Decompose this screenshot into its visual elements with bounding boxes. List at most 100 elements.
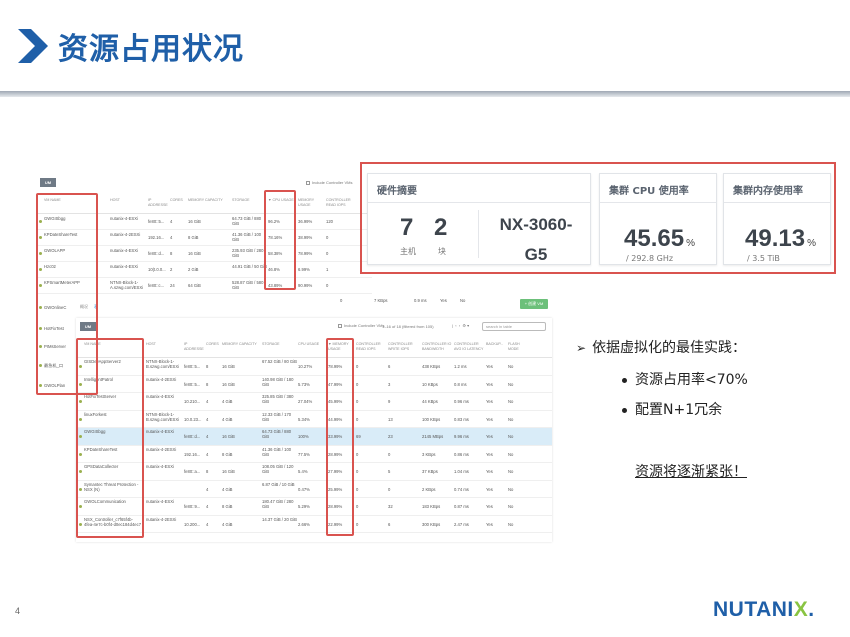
column-header[interactable]: CONTROLLER READ IOPS [356,342,384,351]
column-header[interactable]: STORAGE [262,342,298,347]
table-cell: 0.96 ms [454,399,469,404]
table-cell: 0 [388,451,391,457]
table-search-input[interactable]: search in table [482,322,546,331]
page-number: 4 [15,606,21,616]
checkbox-icon [338,323,342,328]
table-row[interactable]: linuxForkest NTNX-Block-1-B.szwg.com/ESXi… [76,411,552,428]
table-cell: 37 KBps [422,469,438,474]
table-cell: 77.5% [298,451,310,457]
table-cell: No [508,469,514,474]
table-cell: Yes [486,416,493,422]
column-header[interactable]: HOST [110,198,146,203]
table-row[interactable]: IntelligentPatrol nutanix-4-2ESXi fe80::5.… [76,376,552,393]
column-header[interactable]: BACKUP... [486,342,506,347]
page-title: 资源占用状况 [58,32,244,67]
table-cell: 4 [206,504,209,509]
table-row[interactable]: GPSDataCollecter nutanix-4-ESXi fe80::a...… [76,463,552,481]
table-cell: Yes [486,434,493,439]
column-header[interactable]: MEMORY CAPACITY [222,342,260,347]
create-vm-button[interactable]: + 创建 VM [520,299,548,309]
column-header[interactable]: FLASH MODE [508,342,530,351]
vm-name[interactable]: HotFixTest [44,326,74,331]
table-cell: 1.2 ms [454,364,467,369]
bullet-dot-icon [622,407,627,413]
table-cell: fe80::9... [184,504,201,509]
column-header[interactable]: CONTROLLER AVG IO LATENCY [454,342,484,351]
table-cell: fe80::a... [184,469,201,474]
table-cell: 4 GiB [222,521,233,527]
column-header[interactable]: CONTROLLER WRITE IOPS [388,342,418,351]
column-header[interactable]: CONTROLLER READ IOPS [326,198,356,207]
vm-name[interactable]: GWOLPlan [44,383,74,388]
column-header[interactable]: HOST [146,342,182,347]
column-header[interactable]: CPU USAGE [298,342,322,347]
include-cvm-checkbox-front[interactable]: Include Controller VMs [338,323,384,328]
table-cell: nutanix-4-ESXi [146,429,174,434]
column-header[interactable]: IP ADDRESSES [184,342,204,351]
vm-name[interactable]: GWOnlineC [44,305,74,310]
column-header[interactable]: CONTROLLER IO BANDWIDTH [422,342,452,351]
table-cell: 27.04% [298,399,313,404]
column-header[interactable]: MEMORY CAPACITY [188,198,230,203]
table-cell: 44 KBps [422,399,438,404]
nutanix-logo: NUTANIX. [713,598,815,622]
column-header[interactable]: IP ADDRESSES [148,198,168,207]
include-cvm-label: Include Controller VMs [344,323,385,328]
table-cell: 8 [206,364,209,369]
table-cell: nutanix-4-ESXi [146,394,174,399]
column-header[interactable]: MEMORY USAGE [298,198,324,207]
table-row[interactable]: HotFixTestServer nutanix-4-ESXi 10.210... 4… [76,393,552,411]
table-cell: No [508,521,514,527]
vm-name[interactable]: 最急机_口 [44,363,74,368]
table-cell: 64.73 GiB / 880 GiB [262,429,292,439]
table-row[interactable]: NSX_Controller_c7f65f4b-4fea-4e7c-b0f4-d… [76,516,552,533]
table-cell: 2145 MBps [422,434,444,439]
table-cell: 140.98 GiB / 180 GiB [262,376,294,387]
memory-usage-number: 49.13 [745,225,806,252]
table-row[interactable]: Symantec Threat Protection - NSX (N) 4 4 G… [76,481,552,498]
table-header: VM NAME HOST IP ADDRESSES CORES MEMORY CAPAC… [76,336,552,358]
table-cell: 9.96 ms [454,434,469,439]
logo-x: X [793,598,809,621]
um-button[interactable]: UM [40,178,56,187]
table-cell: 10.210... [184,399,201,404]
table-cell: 13 [388,416,393,422]
column-header[interactable]: CORES [206,342,220,347]
table-row[interactable]: GWOLCommunication nutanix-4-ESXi fe80::9..… [76,498,552,516]
table-cell: 78.99% [298,251,313,256]
table-cell: NTNX-Block-1-A.szwg.com/ESXi [110,280,144,290]
cpu-usage-card: 集群 CPU 使用率 45.65% / 292.8 GHz [599,173,717,265]
column-header[interactable]: STORAGE [232,198,268,203]
blocks-label: 块 [438,247,446,256]
include-cvm-checkbox[interactable]: Include Controller VMs [306,180,352,185]
table-cell: 2.47 ms [454,521,469,527]
table-cell: 4 [206,399,209,404]
chevron-right-icon [18,29,48,63]
column-header[interactable]: CORES [170,198,186,203]
note-bullet-text: 资源占用率<70% [635,372,748,388]
include-cvm-label: Include Controller VMs [312,180,353,185]
table-cell: No [508,364,514,369]
table-cell: fe80::c... [148,283,165,288]
table-cell: 0 [326,235,329,240]
highlight-cpu-usage [264,190,296,290]
table-row[interactable]: GWGISbgg nutanix-4-ESXi fe80::d... 4 16 GiB 6… [76,428,552,446]
table-cell: 2.66% [298,521,310,527]
table-cell: 16 GiB [222,469,235,474]
table-row[interactable]: KPDateShareTest nutanix-4-2ESXi 192.16... 4… [76,446,552,463]
cluster-summary-highlight: 硬件摘要 7 主机 2 块 NX-3060- G5 集群 CPU 使用率 45.… [360,162,836,274]
table-cell: 2 KBps [422,486,436,492]
table-row[interactable]: GISDevAppServer2 NTNX-Block-1-B.szwg.com/… [76,358,552,376]
table-cell: 180.47 GiB / 280 GiB [262,499,294,509]
table-cell: 300 KBps [422,521,441,527]
table-cell: 14.37 GiB / 20 GiB [262,516,297,522]
table-cell: 8 GiB [188,235,199,240]
table-cell: 16 GiB [222,434,235,439]
table-cell: 5.29% [298,504,310,509]
percent-unit: % [686,238,695,249]
pager-arrows[interactable]: | ‹ › ⚙ ▾ [452,323,469,328]
note-bullet: 资源占用率<70% [622,369,748,389]
table-cell: 4 [206,451,209,457]
vm-name[interactable]: PIMsServer [44,344,74,349]
table-cell: 0 [356,416,359,422]
